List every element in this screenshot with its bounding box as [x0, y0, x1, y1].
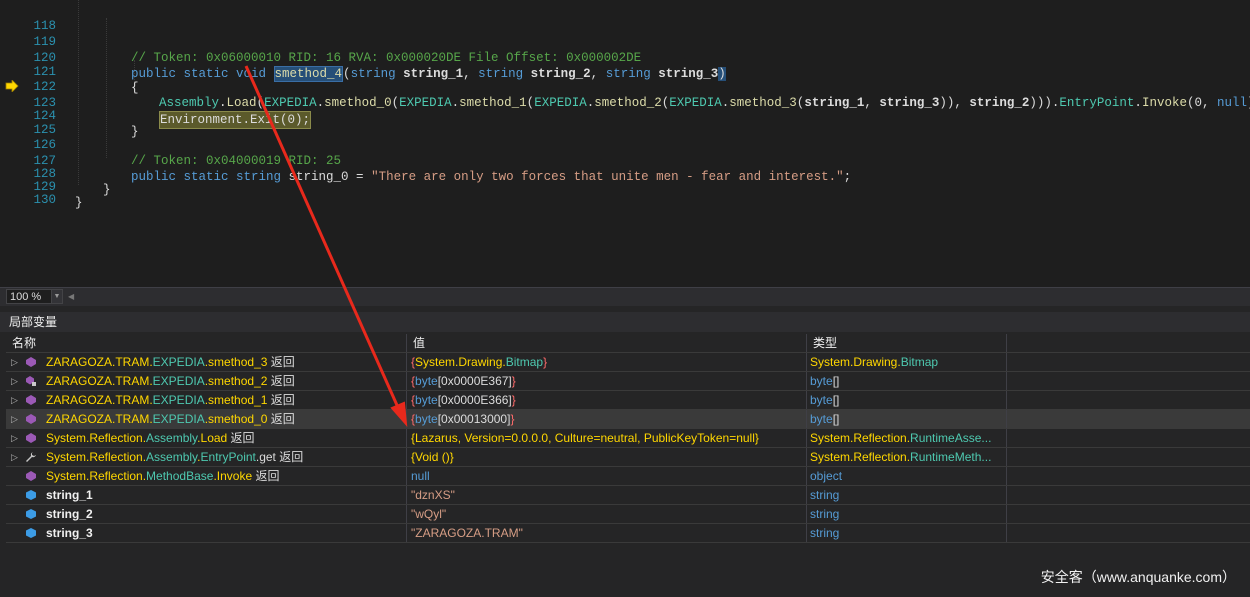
return-value-lock-icon [26, 376, 36, 386]
local-variable-icon [26, 509, 36, 519]
expand-arrow-icon[interactable]: ▷ [11, 410, 18, 428]
locals-grid[interactable]: 名称 值 类型 ▷ ZARAGOZA.TRAM.EXPEDIA.smethod_… [6, 334, 1250, 543]
type-cell: System.Reflection.RuntimeMeth... [807, 448, 1007, 466]
value-cell[interactable]: "dznXS" [407, 486, 807, 504]
table-row[interactable]: ▷ ZARAGOZA.TRAM.EXPEDIA.smethod_3 返回 {Sy… [6, 353, 1250, 372]
column-header-type[interactable]: 类型 [807, 334, 1007, 352]
scroll-left-icon[interactable]: ◀ [68, 292, 74, 301]
type-cell: byte[] [807, 372, 1007, 390]
code-line-126[interactable]: 126 // Token: 0x04000019 RID: 25 [0, 121, 1250, 168]
table-row-selected[interactable]: ▷ ZARAGOZA.TRAM.EXPEDIA.smethod_0 返回 {by… [6, 410, 1250, 429]
wrench-icon [26, 452, 36, 462]
code-editor[interactable]: 118 119 // Token: 0x06000010 RID: 16 RVA… [0, 0, 1250, 287]
expand-arrow-icon[interactable]: ▷ [11, 372, 18, 390]
type-cell: byte[] [807, 391, 1007, 409]
type-cell: string [807, 524, 1007, 542]
name-cell: ▷ System.Reflection.Assembly.EntryPoint.… [6, 448, 407, 466]
name-cell: ▷ ZARAGOZA.TRAM.EXPEDIA.smethod_1 返回 [6, 391, 407, 409]
value-cell[interactable]: "ZARAGOZA.TRAM" [407, 524, 807, 542]
code-line-118[interactable]: 118 [0, 2, 1250, 33]
locals-window-title: 局部变量 [0, 312, 1250, 332]
name-cell: string_2 [6, 505, 407, 523]
name-cell: System.Reflection.MethodBase.Invoke 返回 [6, 467, 407, 485]
code-line-125[interactable]: 125 [0, 106, 1250, 137]
local-variable-icon [26, 490, 36, 500]
code-line-122[interactable]: 122 Assembly.Load(EXPEDIA.smethod_0(EXPE… [0, 63, 1250, 110]
column-header-value[interactable]: 值 [407, 334, 807, 352]
value-cell[interactable]: null [407, 467, 807, 485]
grid-header: 名称 值 类型 [6, 334, 1250, 353]
line-number: 130 [33, 193, 56, 207]
type-cell: object [807, 467, 1007, 485]
value-cell[interactable]: {byte[0x0000E367]} [407, 372, 807, 390]
table-row[interactable]: System.Reflection.MethodBase.Invoke 返回 n… [6, 467, 1250, 486]
editor-zoom-bar: 100 % ▼ ◀ [0, 287, 1250, 306]
code-line-121[interactable]: 121 { [0, 48, 1250, 95]
return-value-icon [26, 414, 36, 424]
value-cell[interactable]: {byte[0x0000E366]} [407, 391, 807, 409]
value-cell[interactable]: "wQyl" [407, 505, 807, 523]
name-cell: ▷ ZARAGOZA.TRAM.EXPEDIA.smethod_0 返回 [6, 410, 407, 428]
table-row[interactable]: ▷ System.Reflection.Assembly.EntryPoint.… [6, 448, 1250, 467]
chevron-down-icon[interactable]: ▼ [51, 289, 63, 304]
table-row[interactable]: string_3 "ZARAGOZA.TRAM" string [6, 524, 1250, 543]
column-header-name[interactable]: 名称 [6, 334, 407, 352]
type-cell: string [807, 505, 1007, 523]
code-line-130[interactable]: 130 [0, 176, 1250, 207]
expand-arrow-icon[interactable]: ▷ [11, 353, 18, 371]
type-cell: System.Drawing.Bitmap [807, 353, 1007, 371]
value-cell[interactable]: {byte[0x00013000]} [407, 410, 807, 428]
return-value-icon [26, 357, 36, 367]
return-value-icon [26, 395, 36, 405]
watermark-text: 安全客（www.anquanke.com） [1040, 569, 1236, 585]
name-cell: ▷ System.Reflection.Assembly.Load 返回 [6, 429, 407, 447]
table-row[interactable]: ▷ ZARAGOZA.TRAM.EXPEDIA.smethod_1 返回 {by… [6, 391, 1250, 410]
table-row[interactable]: string_2 "wQyl" string [6, 505, 1250, 524]
table-row[interactable]: string_1 "dznXS" string [6, 486, 1250, 505]
expand-arrow-icon[interactable]: ▷ [11, 429, 18, 447]
type-cell: System.Reflection.RuntimeAsse... [807, 429, 1007, 447]
name-cell: ▷ ZARAGOZA.TRAM.EXPEDIA.smethod_3 返回 [6, 353, 407, 371]
table-row[interactable]: ▷ ZARAGOZA.TRAM.EXPEDIA.smethod_2 返回 {by… [6, 372, 1250, 391]
expand-arrow-icon[interactable]: ▷ [11, 391, 18, 409]
type-cell: byte[] [807, 410, 1007, 428]
return-value-icon [26, 433, 36, 443]
name-cell: string_1 [6, 486, 407, 504]
expand-arrow-icon[interactable]: ▷ [11, 448, 18, 466]
value-cell[interactable]: {System.Drawing.Bitmap} [407, 353, 807, 371]
value-cell[interactable]: {Void ()} [407, 448, 807, 466]
zoom-level-combobox[interactable]: 100 % [6, 289, 56, 304]
return-value-icon [26, 471, 36, 481]
local-variable-icon [26, 528, 36, 538]
table-row[interactable]: ▷ System.Reflection.Assembly.Load 返回 {La… [6, 429, 1250, 448]
value-cell[interactable]: {Lazarus, Version=0.0.0.0, Culture=neutr… [407, 429, 807, 447]
type-cell: string [807, 486, 1007, 504]
name-cell: string_3 [6, 524, 407, 542]
code-line-119[interactable]: 119 // Token: 0x06000010 RID: 16 RVA: 0x… [0, 18, 1250, 65]
close-brace: } [75, 196, 83, 210]
locals-window: 局部变量 名称 值 类型 ▷ ZARAGOZA.TRAM.EXPEDIA.sme… [0, 306, 1250, 597]
name-cell: ▷ ZARAGOZA.TRAM.EXPEDIA.smethod_2 返回 [6, 372, 407, 390]
